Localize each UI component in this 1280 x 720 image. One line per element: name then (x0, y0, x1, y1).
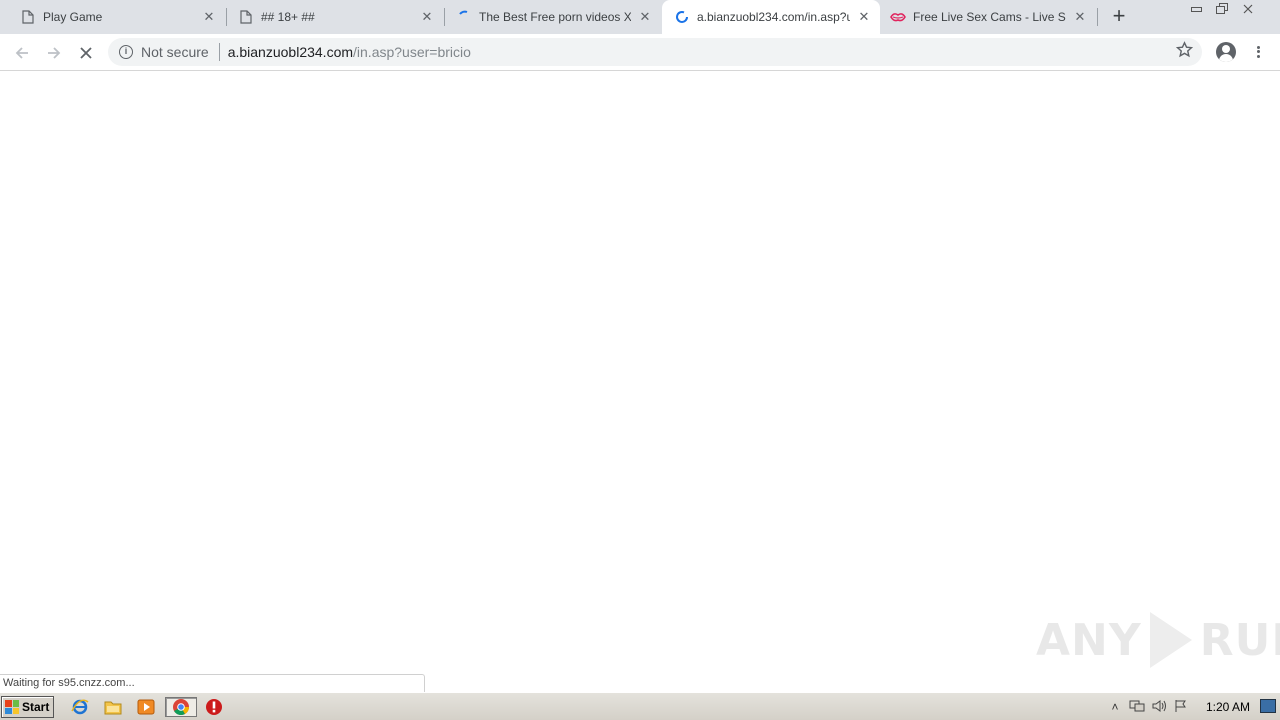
tab-close-icon[interactable]: ✕ (201, 9, 217, 25)
tab-separator (1097, 8, 1098, 26)
system-tray: ˄ (1104, 695, 1280, 719)
watermark-play-icon (1149, 612, 1192, 668)
close-window-icon[interactable] (1235, 0, 1261, 17)
tab-title: ## 18+ ## (261, 10, 315, 24)
new-tab-plus-icon[interactable]: + (1108, 5, 1130, 28)
windows-logo-icon (5, 700, 19, 714)
loading-spinner-icon (456, 9, 472, 25)
url-host[interactable]: a.bianzuobl234.com (228, 44, 353, 60)
internet-explorer-icon[interactable] (69, 697, 91, 717)
lips-icon (890, 9, 906, 25)
chrome-taskbar-icon[interactable] (165, 697, 197, 717)
tab-close-icon[interactable]: ✕ (637, 9, 653, 25)
volume-icon[interactable] (1148, 699, 1170, 716)
window-controls (1183, 0, 1261, 17)
tab-bianzuobl234[interactable]: a.bianzuobl234.com/in.asp?user ✕ (662, 0, 880, 34)
start-button[interactable]: Start (1, 696, 54, 718)
media-player-icon[interactable] (135, 697, 157, 717)
page-icon (238, 9, 254, 25)
stop-loading-icon[interactable] (73, 40, 99, 66)
restore-icon[interactable] (1209, 0, 1235, 17)
tab-strip: Play Game ✕ ## 18+ ## ✕ The Best Free po… (0, 0, 1280, 34)
page-icon (20, 9, 36, 25)
action-center-flag-icon[interactable] (1170, 699, 1192, 716)
url-path[interactable]: /in.asp?user=bricio (353, 44, 471, 60)
bookmark-star-icon[interactable] (1175, 41, 1194, 63)
tab-title: Play Game (43, 10, 103, 24)
network-icon[interactable] (1126, 699, 1148, 716)
tab-close-icon[interactable]: ✕ (419, 9, 435, 25)
minimize-icon[interactable] (1183, 0, 1209, 17)
taskbar: Start ˄ 1:20 AM (0, 692, 1280, 720)
show-desktop-icon[interactable] (1260, 699, 1276, 713)
watermark-right-text: RUN (1199, 614, 1280, 666)
tab-18-plus[interactable]: ## 18+ ## ✕ (218, 0, 443, 34)
tab-close-icon[interactable]: ✕ (1072, 9, 1088, 25)
browser-toolbar: i Not secure a.bianzuobl234.com /in.asp?… (0, 34, 1280, 71)
stop-sign-icon[interactable] (203, 697, 225, 717)
tab-title: Free Live Sex Cams - Live Sex C (913, 10, 1066, 24)
tab-xvideos[interactable]: The Best Free porn videos Xvide ✕ (436, 0, 661, 34)
kebab-menu-icon[interactable] (1252, 42, 1264, 62)
back-arrow-icon[interactable] (9, 40, 35, 66)
loading-spinner-icon (674, 9, 690, 25)
tab-close-icon[interactable]: ✕ (856, 9, 872, 25)
profile-avatar-icon[interactable] (1216, 42, 1236, 62)
security-label[interactable]: Not secure (141, 44, 209, 60)
forward-arrow-icon[interactable] (41, 40, 67, 66)
start-label: Start (22, 700, 50, 714)
info-icon[interactable]: i (119, 45, 133, 59)
tab-title: a.bianzuobl234.com/in.asp?user (697, 10, 850, 24)
tray-chevron-up-icon[interactable]: ˄ (1104, 700, 1126, 714)
tab-live-cams[interactable]: Free Live Sex Cams - Live Sex C ✕ (880, 0, 1096, 34)
watermark-left-text: ANY (1036, 614, 1142, 666)
status-bubble: Waiting for s95.cnzz.com... (0, 674, 425, 692)
anyrun-watermark: ANY RUN (1036, 608, 1280, 672)
tab-play-game[interactable]: Play Game ✕ (0, 0, 225, 34)
clock[interactable]: 1:20 AM (1206, 700, 1250, 714)
tab-title: The Best Free porn videos Xvide (479, 10, 631, 24)
page-content (0, 72, 1280, 692)
address-bar[interactable]: i Not secure a.bianzuobl234.com /in.asp?… (108, 38, 1202, 66)
address-divider (218, 43, 220, 61)
file-explorer-icon[interactable] (102, 697, 124, 717)
